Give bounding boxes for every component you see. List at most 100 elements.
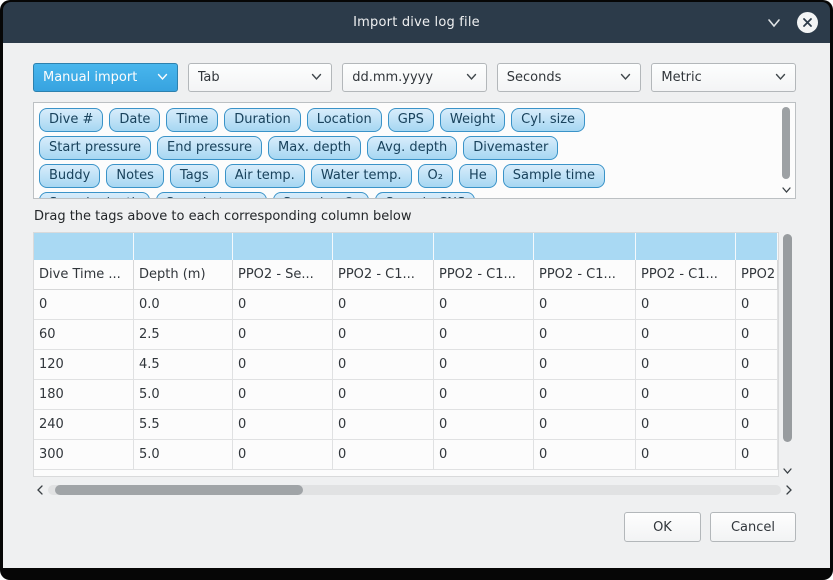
column-drop-target[interactable] <box>636 233 736 260</box>
units-value: Metric <box>661 70 701 85</box>
tag-pill[interactable]: Time <box>166 108 218 132</box>
column-header: Depth (m) <box>134 260 233 290</box>
column-drop-target[interactable] <box>434 233 534 260</box>
tag-pill[interactable]: Air temp. <box>225 164 305 188</box>
scroll-left-arrow[interactable] <box>33 482 47 498</box>
tag-row-clipped: Sample depth Sample temp. Sample pO₂ Sam… <box>39 192 773 199</box>
column-drop-target[interactable] <box>134 233 233 260</box>
table-cell: 0 <box>736 440 778 470</box>
tag-palette: Dive # Date Time Duration Location GPS W… <box>33 102 796 199</box>
field-separator-combo[interactable]: Tab <box>188 63 333 92</box>
units-combo[interactable]: Metric <box>651 63 796 92</box>
tag-pill[interactable]: Date <box>109 108 160 132</box>
table-cell: 0 <box>636 410 736 440</box>
tag-row: Buddy Notes Tags Air temp. Water temp. O… <box>39 164 773 188</box>
tag-pill[interactable]: Start pressure <box>39 136 151 160</box>
tag-pill[interactable]: Sample CNS <box>375 192 475 199</box>
tag-pill[interactable]: Duration <box>224 108 300 132</box>
table-row: 120 4.5 0 0 0 0 0 0 <box>34 350 778 380</box>
scrollbar-thumb[interactable] <box>782 107 790 179</box>
date-format-combo[interactable]: dd.mm.yyyy <box>342 63 487 92</box>
table-cell: 0 <box>636 350 736 380</box>
tag-pill[interactable]: Sample temp. <box>156 192 267 199</box>
grid-filler <box>34 470 778 476</box>
column-drop-target[interactable] <box>534 233 636 260</box>
table-cell: 0 <box>333 290 434 320</box>
preview-table: Dive Time ... Depth (m) PPO2 - Se... PPO… <box>33 232 796 477</box>
column-header: PPO2 - C1... <box>333 260 434 290</box>
table-vertical-scrollbar[interactable] <box>779 232 796 477</box>
chevron-down-icon <box>620 70 631 85</box>
column-drop-target[interactable] <box>736 233 778 260</box>
tag-pill[interactable]: Tags <box>170 164 219 188</box>
window-title: Import dive log file <box>353 15 480 30</box>
column-drop-target[interactable] <box>233 233 333 260</box>
chevron-down-icon <box>767 13 781 32</box>
table-cell: 0 <box>434 440 534 470</box>
tag-pill[interactable]: Notes <box>106 164 164 188</box>
table-cell: 240 <box>34 410 134 440</box>
tag-area-scrollbar[interactable] <box>780 105 793 196</box>
tag-pill[interactable]: End pressure <box>157 136 262 160</box>
scroll-right-arrow[interactable] <box>782 482 796 498</box>
tag-pill[interactable]: O₂ <box>418 164 453 188</box>
tag-pill[interactable]: Max. depth <box>268 136 361 160</box>
column-header: PPO2 <box>736 260 778 290</box>
table-cell: 0 <box>534 380 636 410</box>
tag-row: Start pressure End pressure Max. depth A… <box>39 136 773 160</box>
scrollbar-thumb[interactable] <box>55 485 303 495</box>
table-cell: 0 <box>333 350 434 380</box>
table-cell: 0 <box>333 410 434 440</box>
tag-pill[interactable]: Location <box>307 108 382 132</box>
table-cell: 0 <box>333 320 434 350</box>
tag-pill[interactable]: Sample depth <box>39 192 150 199</box>
tag-pill[interactable]: Sample time <box>503 164 605 188</box>
tag-pill[interactable]: Buddy <box>39 164 100 188</box>
tag-pill[interactable]: Avg. depth <box>367 136 457 160</box>
table-cell: 0 <box>636 380 736 410</box>
ok-button[interactable]: OK <box>624 512 701 542</box>
import-type-combo[interactable]: Manual import <box>33 63 178 92</box>
table-cell: 0 <box>636 290 736 320</box>
table-cell: 0 <box>34 290 134 320</box>
column-drop-target[interactable] <box>34 233 134 260</box>
duration-format-value: Seconds <box>507 70 562 85</box>
titlebar-shade-button[interactable] <box>765 14 783 32</box>
column-drop-target[interactable] <box>333 233 434 260</box>
tag-pill[interactable]: Water temp. <box>311 164 412 188</box>
table-cell: 0 <box>233 290 333 320</box>
preview-grid: Dive Time ... Depth (m) PPO2 - Se... PPO… <box>33 232 779 477</box>
close-button[interactable] <box>797 12 818 33</box>
tag-pill[interactable]: Weight <box>440 108 505 132</box>
table-cell: 0 <box>636 320 736 350</box>
table-cell: 0 <box>233 320 333 350</box>
table-cell: 120 <box>34 350 134 380</box>
tag-pill[interactable]: He <box>459 164 497 188</box>
cancel-button[interactable]: Cancel <box>710 512 796 542</box>
table-cell: 0 <box>434 350 534 380</box>
table-cell: 0 <box>333 440 434 470</box>
tag-pill[interactable]: Sample pO₂ <box>273 192 370 199</box>
tag-pill[interactable]: Cyl. size <box>511 108 585 132</box>
table-row: 0 0.0 0 0 0 0 0 0 <box>34 290 778 320</box>
table-cell: 0 <box>434 380 534 410</box>
table-header-row: Dive Time ... Depth (m) PPO2 - Se... PPO… <box>34 260 778 290</box>
scrollbar-thumb[interactable] <box>783 234 792 442</box>
duration-format-combo[interactable]: Seconds <box>497 63 642 92</box>
table-cell: 2.5 <box>134 320 233 350</box>
tag-rows: Dive # Date Time Duration Location GPS W… <box>34 103 795 199</box>
scroll-down-arrow[interactable] <box>780 184 793 196</box>
dialog-footer: OK Cancel <box>33 512 796 542</box>
field-separator-value: Tab <box>198 70 220 85</box>
column-header: Dive Time ... <box>34 260 134 290</box>
instruction-text: Drag the tags above to each correspondin… <box>34 209 796 224</box>
scroll-down-arrow[interactable] <box>779 465 796 477</box>
table-cell: 180 <box>34 380 134 410</box>
table-horizontal-scrollbar[interactable] <box>33 482 796 498</box>
tag-pill[interactable]: Divemaster <box>463 136 558 160</box>
table-cell: 5.0 <box>134 380 233 410</box>
tag-pill[interactable]: GPS <box>388 108 434 132</box>
tag-pill[interactable]: Dive # <box>39 108 103 132</box>
column-header: PPO2 - C1... <box>534 260 636 290</box>
table-cell: 0 <box>233 380 333 410</box>
